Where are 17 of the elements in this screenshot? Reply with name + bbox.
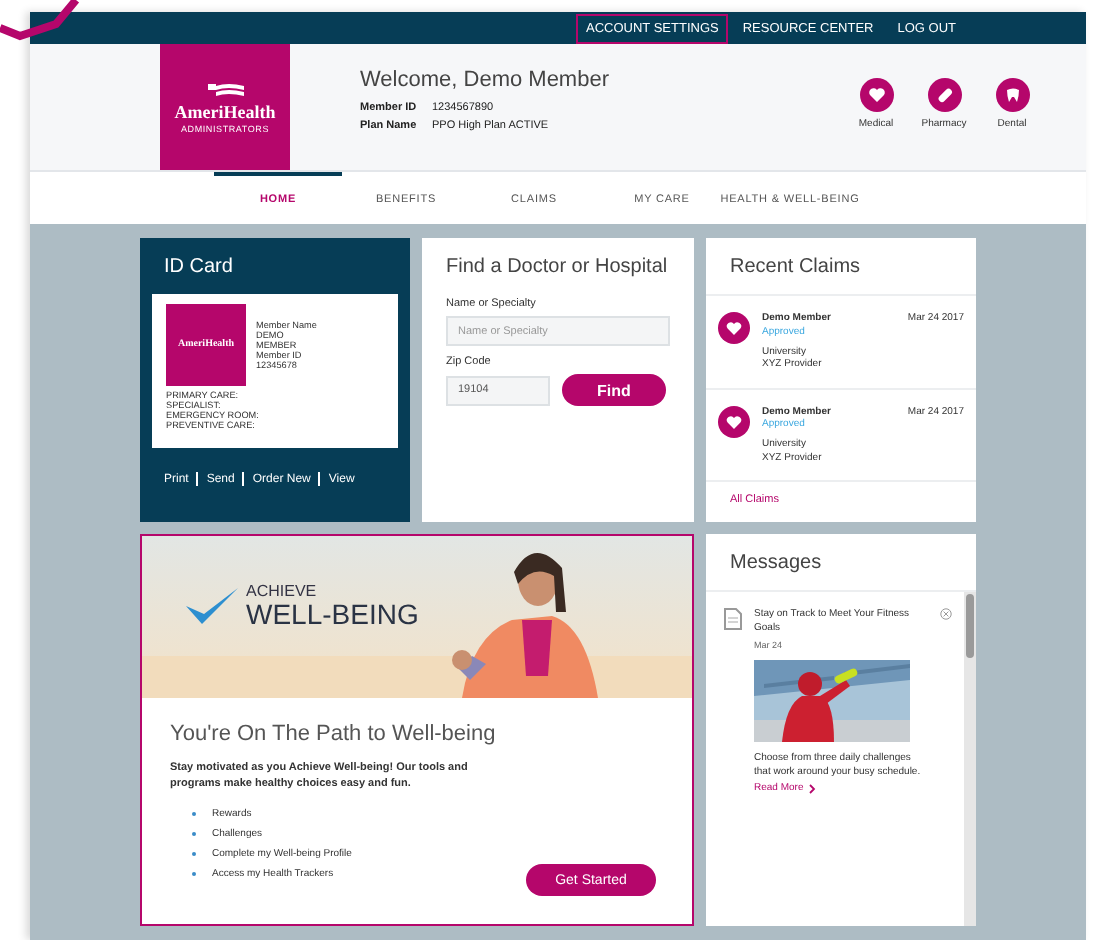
annotation-mark — [0, 0, 80, 44]
chevron-icon — [807, 783, 816, 793]
scrollbar[interactable] — [964, 592, 976, 926]
card-title: Recent Claims — [728, 254, 863, 282]
pill-icon — [927, 78, 961, 112]
find-button[interactable]: Find — [562, 374, 666, 406]
brand-title: ACHIEVE — [246, 584, 319, 600]
close-icon[interactable] — [940, 608, 952, 620]
card-title: ID Card — [162, 254, 235, 282]
card-title: Messages — [728, 550, 824, 578]
welcome-title: Welcome, Demo Member — [360, 68, 611, 92]
card-title: Find a Doctor or Hospital — [444, 254, 670, 282]
brand-title: WELL-BEING — [246, 600, 419, 628]
document-icon — [724, 608, 742, 630]
tooth-icon — [995, 78, 1029, 112]
well-being-heading: You're On The Path to Well-being — [170, 722, 498, 746]
checkmark-icon — [182, 584, 242, 628]
